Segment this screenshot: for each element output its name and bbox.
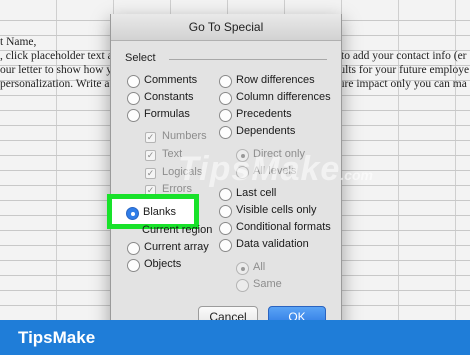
checkmark-icon[interactable]: ✓ <box>145 132 156 143</box>
option-label: Visible cells only <box>236 204 317 216</box>
radio-icon[interactable] <box>219 239 232 252</box>
option-label: Same <box>253 278 282 290</box>
option-label: Data validation <box>236 238 309 250</box>
option-label: Formulas <box>144 108 190 120</box>
radio-icon[interactable] <box>219 205 232 218</box>
option-label: Conditional formats <box>236 221 331 233</box>
radio-icon[interactable] <box>236 279 249 292</box>
radio-icon[interactable] <box>219 92 232 105</box>
group-divider <box>169 59 327 60</box>
brand-bar: TipsMake <box>0 320 470 355</box>
option-label: Numbers <box>162 130 207 142</box>
radio-icon[interactable] <box>219 75 232 88</box>
sheet-text-line: personalization. Write a co <box>0 78 124 90</box>
radio-icon[interactable] <box>219 222 232 235</box>
radio-icon[interactable] <box>219 126 232 139</box>
sheet-text-line: our letter to show how your <box>0 64 128 76</box>
sheet-text-line: future impact only you can ma <box>326 78 467 90</box>
radio-icon[interactable] <box>127 75 140 88</box>
radio-icon[interactable] <box>127 109 140 122</box>
dialog-title: Go To Special <box>111 14 341 41</box>
option-label: Constants <box>144 91 194 103</box>
radio-selected-icon[interactable] <box>126 207 139 220</box>
checkmark-icon[interactable]: ✓ <box>145 150 156 161</box>
watermark-suffix: .com <box>340 167 374 183</box>
option-label: Comments <box>144 74 198 86</box>
option-label: Row differences <box>236 74 315 86</box>
option-label: Current region <box>142 224 213 236</box>
option-label: Column differences <box>236 91 331 103</box>
option-label: Objects <box>144 258 182 270</box>
radio-icon[interactable] <box>127 92 140 105</box>
select-group-label: Select <box>125 52 156 64</box>
option-label: Precedents <box>236 108 292 120</box>
option-label: Current array <box>144 241 209 253</box>
option-label: Blanks <box>143 206 177 218</box>
option-label: All <box>253 261 266 273</box>
brand-name: TipsMake <box>18 328 96 347</box>
radio-icon[interactable] <box>127 259 140 272</box>
radio-icon[interactable] <box>219 109 232 122</box>
watermark: TipsMake.com <box>178 150 373 189</box>
sheet-text-line: ter to add your contact info (er <box>326 50 467 62</box>
sheet-text-line: results for your future employe <box>326 64 470 76</box>
watermark-text: TipsMake <box>178 150 341 188</box>
radio-icon[interactable] <box>127 242 140 255</box>
checkmark-icon[interactable]: ✓ <box>145 168 156 179</box>
radio-icon[interactable] <box>219 188 232 201</box>
sheet-text-line: , click placeholder text ar <box>0 50 117 62</box>
radio-icon[interactable] <box>236 262 249 275</box>
option-label: Dependents <box>236 125 296 137</box>
sheet-text-line: t Name, <box>0 36 37 48</box>
